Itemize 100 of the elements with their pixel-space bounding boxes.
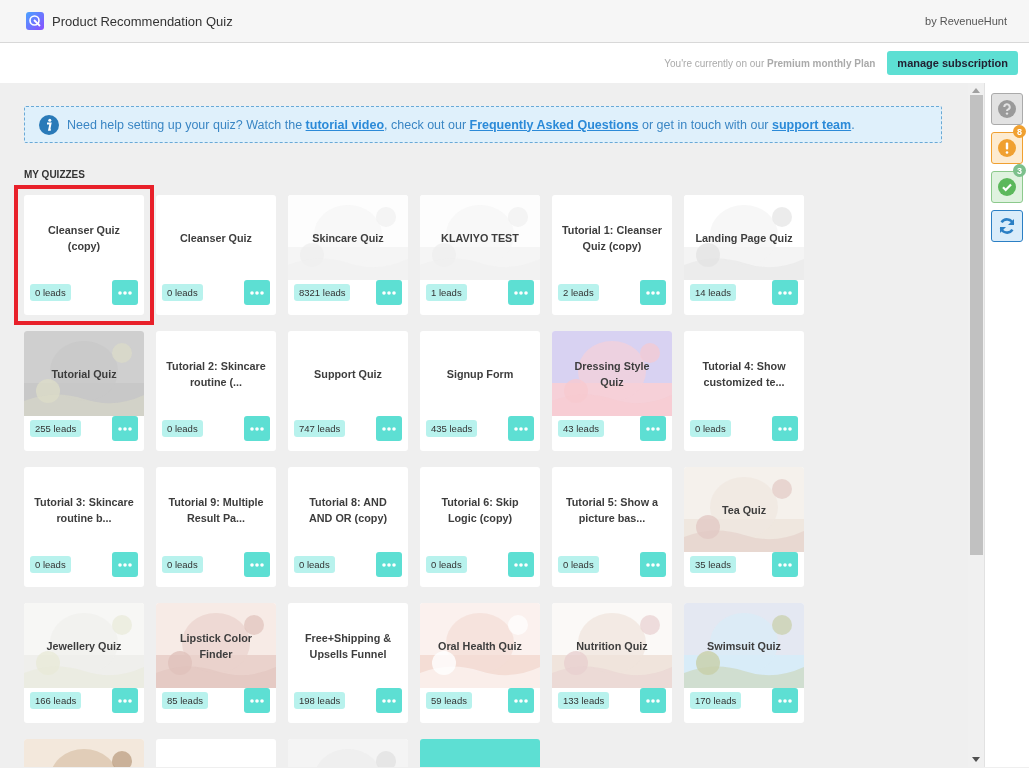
dots-icon	[778, 562, 792, 567]
more-button[interactable]	[640, 416, 666, 441]
more-button[interactable]	[376, 688, 402, 713]
more-button[interactable]	[772, 552, 798, 577]
quiz-card[interactable]: Tutorial 5: Show a picture bas... 0 leads	[552, 467, 672, 587]
quiz-title: Free+Shipping & Upsells Funnel	[303, 630, 393, 662]
quiz-title: Cleanser Quiz (copy)	[47, 222, 121, 254]
byline: by RevenueHunt	[925, 15, 1007, 27]
dots-icon	[118, 426, 132, 431]
quiz-card[interactable]: Tutorial 6: Skip Logic (copy) 0 leads	[420, 467, 540, 587]
quiz-card[interactable]: Dressing Style Quiz 43 leads	[552, 331, 672, 451]
more-button[interactable]	[112, 688, 138, 713]
dots-icon	[118, 698, 132, 703]
more-button[interactable]	[772, 280, 798, 305]
quiz-card[interactable]: Cleanser Quiz 0 leads	[156, 195, 276, 315]
leads-badge: 255 leads	[30, 420, 82, 437]
more-button[interactable]	[376, 552, 402, 577]
quiz-card[interactable]: Free+Shipping & Upsells Funnel 198 leads	[288, 603, 408, 723]
dots-icon	[646, 698, 660, 703]
quiz-title: Jewellery Quiz	[46, 638, 122, 654]
quiz-title: Skincare Quiz	[312, 230, 384, 246]
leads-badge: 198 leads	[294, 692, 346, 709]
quiz-card[interactable]: Tutorial 4: Show customized te... 0 leads	[684, 331, 804, 451]
quiz-title: Tutorial 9: Multiple Result Pa...	[167, 494, 265, 526]
more-button[interactable]	[508, 416, 534, 441]
dots-icon	[382, 698, 396, 703]
quiz-card[interactable]: Lipstick Color Finder 85 leads	[156, 603, 276, 723]
more-button[interactable]	[244, 552, 270, 577]
manage-subscription-button[interactable]: manage subscription	[887, 51, 1018, 75]
leads-badge: 43 leads	[558, 420, 604, 437]
section-title: MY QUIZZES	[24, 169, 86, 180]
quiz-title: Oral Health Quiz	[438, 638, 522, 654]
leads-badge: 8321 leads	[294, 284, 351, 301]
dots-icon	[646, 426, 660, 431]
dots-icon	[646, 562, 660, 567]
quiz-title: Nutrition Quiz	[576, 638, 648, 654]
quiz-card[interactable]: Tutorial 3: Skincare routine b... 0 leads	[24, 467, 144, 587]
help-button[interactable]	[991, 93, 1023, 125]
more-button[interactable]	[508, 552, 534, 577]
quiz-card[interactable]: Jewellery Quiz 166 leads	[24, 603, 144, 723]
dots-icon	[778, 426, 792, 431]
leads-badge: 0 leads	[30, 284, 71, 301]
dots-icon	[514, 562, 528, 567]
quiz-card[interactable]: Tutorial 8: AND AND OR (copy) 0 leads	[288, 467, 408, 587]
quiz-card[interactable]: Signup Form 435 leads	[420, 331, 540, 451]
scroll-down-icon	[972, 757, 980, 762]
more-button[interactable]	[640, 552, 666, 577]
quiz-title: Lipstick Color Finder	[179, 630, 253, 662]
quiz-title: Tutorial 4: Show customized te...	[701, 358, 787, 390]
dots-icon	[118, 290, 132, 295]
leads-badge: 170 leads	[690, 692, 742, 709]
more-button[interactable]	[244, 280, 270, 305]
quiz-card[interactable]: Tutorial 9: Multiple Result Pa... 0 leads	[156, 467, 276, 587]
quiz-card[interactable]: Tutorial 2: Skincare routine (... 0 leads	[156, 331, 276, 451]
scroll-up-icon	[972, 88, 980, 93]
dots-icon	[514, 698, 528, 703]
quiz-title: Signup Form	[446, 366, 514, 382]
leads-badge: 59 leads	[426, 692, 472, 709]
dots-icon	[118, 562, 132, 567]
check-icon	[998, 178, 1016, 196]
dots-icon	[250, 562, 264, 567]
quiz-card[interactable]: Support Quiz 747 leads	[288, 331, 408, 451]
more-button[interactable]	[376, 280, 402, 305]
quiz-card[interactable]: Tutorial Quiz 255 leads	[24, 331, 144, 451]
more-button[interactable]	[640, 280, 666, 305]
more-button[interactable]	[112, 552, 138, 577]
dots-icon	[646, 290, 660, 295]
more-button[interactable]	[112, 280, 138, 305]
leads-badge: 0 leads	[690, 420, 731, 437]
more-button[interactable]	[772, 416, 798, 441]
dots-icon	[778, 698, 792, 703]
more-button[interactable]	[772, 688, 798, 713]
more-button[interactable]	[112, 416, 138, 441]
quiz-card[interactable]: Tutorial 1: Cleanser Quiz (copy) 2 leads	[552, 195, 672, 315]
more-button[interactable]	[508, 280, 534, 305]
logo-icon	[26, 12, 44, 30]
refresh-button[interactable]	[991, 210, 1023, 242]
quiz-title: Dressing Style Quiz	[573, 358, 651, 390]
more-button[interactable]	[244, 688, 270, 713]
leads-badge: 133 leads	[558, 692, 610, 709]
leads-badge: 0 leads	[558, 556, 599, 573]
more-button[interactable]	[508, 688, 534, 713]
scroll-thumb[interactable]	[969, 95, 983, 555]
quiz-title: Tutorial Quiz	[51, 366, 117, 382]
quiz-card[interactable]: Oral Health Quiz 59 leads	[420, 603, 540, 723]
more-button[interactable]	[376, 416, 402, 441]
warning-icon	[998, 139, 1016, 157]
quiz-card[interactable]: Tea Quiz 35 leads	[684, 467, 804, 587]
quiz-title: Tutorial 3: Skincare routine b...	[34, 494, 134, 526]
more-button[interactable]	[244, 416, 270, 441]
dots-icon	[514, 426, 528, 431]
quiz-card[interactable]: Swimsuit Quiz 170 leads	[684, 603, 804, 723]
leads-badge: 0 leads	[294, 556, 335, 573]
more-button[interactable]	[640, 688, 666, 713]
quiz-title: Cleanser Quiz	[180, 230, 252, 246]
help-icon	[998, 100, 1016, 118]
quiz-card[interactable]: Nutrition Quiz 133 leads	[552, 603, 672, 723]
leads-badge: 2 leads	[558, 284, 599, 301]
help-text: Need help setting up your quiz? Watch the tutorial video, check out our Frequently Asked Questions or get in touch with our support team.	[67, 117, 855, 132]
quiz-card[interactable]: Cleanser Quiz (copy) 0 leads	[24, 195, 144, 315]
